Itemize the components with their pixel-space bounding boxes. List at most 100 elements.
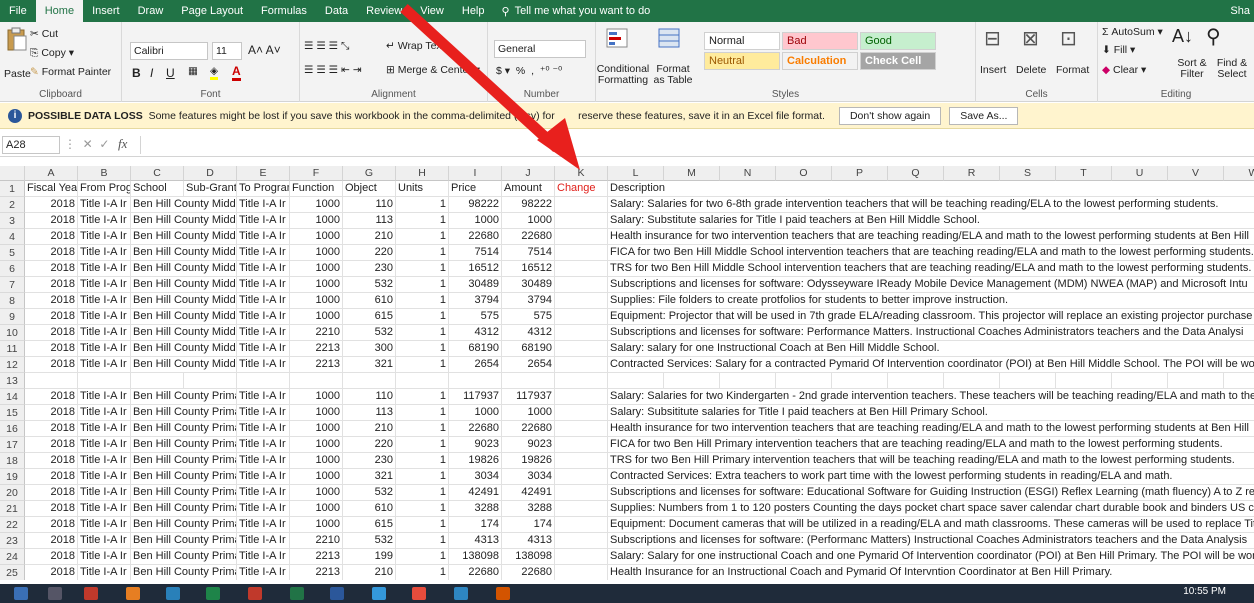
cell[interactable]: 230 — [343, 453, 396, 469]
cell[interactable]: Title I-A Ir — [78, 341, 131, 357]
cell[interactable]: Ben Hill County Prima — [131, 469, 237, 485]
row-header[interactable]: 18 — [0, 453, 25, 469]
header-cell[interactable]: Price — [449, 181, 502, 197]
cell[interactable]: Title I-A Ir — [237, 229, 290, 245]
cell[interactable] — [776, 373, 832, 389]
cell[interactable]: 532 — [343, 485, 396, 501]
cell[interactable]: 1 — [396, 517, 449, 533]
description-cell[interactable]: Health Insurance for an Instructional Co… — [608, 565, 1254, 580]
cell[interactable] — [555, 325, 608, 341]
cell[interactable] — [1112, 373, 1168, 389]
cell[interactable]: Title I-A Ir — [237, 293, 290, 309]
cell[interactable]: 117937 — [449, 389, 502, 405]
description-cell[interactable]: Subscriptions and licenses for software:… — [608, 533, 1254, 549]
borders-icon[interactable]: ▦ — [188, 65, 198, 77]
description-cell[interactable]: TRS for two Ben Hill Primary interventio… — [608, 453, 1254, 469]
cell[interactable]: Title I-A Ir — [78, 533, 131, 549]
format-painter-button[interactable]: ✎ Format Painter — [30, 66, 111, 78]
find-icon[interactable]: ⚲ — [1206, 24, 1221, 49]
cell[interactable]: Title I-A Ir — [237, 421, 290, 437]
paste-label[interactable]: Paste — [4, 68, 31, 80]
cell[interactable] — [555, 421, 608, 437]
cell[interactable]: Ben Hill County Middl — [131, 341, 237, 357]
cell[interactable]: Title I-A Ir — [237, 485, 290, 501]
app-icon[interactable] — [248, 587, 262, 600]
tab-insert[interactable]: Insert — [83, 0, 129, 22]
cell[interactable]: 113 — [343, 405, 396, 421]
column-header-E[interactable]: E — [237, 166, 290, 181]
app-icon[interactable] — [84, 587, 98, 600]
description-cell[interactable]: Supplies: File folders to create protfol… — [608, 293, 1254, 309]
cell[interactable] — [555, 261, 608, 277]
cell[interactable]: 2018 — [25, 309, 78, 325]
cell[interactable]: 1000 — [290, 197, 343, 213]
cell[interactable]: 1000 — [290, 485, 343, 501]
cell[interactable]: 1 — [396, 277, 449, 293]
row-header[interactable]: 23 — [0, 533, 25, 549]
row-header[interactable]: 1 — [0, 181, 25, 197]
cell[interactable]: 2018 — [25, 325, 78, 341]
cell[interactable] — [502, 373, 555, 389]
font-color-icon[interactable]: A — [232, 64, 241, 81]
cell[interactable]: 22680 — [449, 421, 502, 437]
cell[interactable]: 2213 — [290, 357, 343, 373]
cell[interactable]: 2018 — [25, 229, 78, 245]
cell[interactable]: Ben Hill County Middl — [131, 293, 237, 309]
cell[interactable]: Title I-A Ir — [78, 229, 131, 245]
tab-file[interactable]: File — [0, 0, 36, 22]
cell[interactable] — [555, 389, 608, 405]
format-as-table-button[interactable]: Format as Table — [650, 64, 696, 86]
cell[interactable]: Title I-A Ir — [78, 453, 131, 469]
chrome-icon[interactable] — [206, 587, 220, 600]
cell[interactable]: 210 — [343, 421, 396, 437]
cell[interactable] — [1000, 373, 1056, 389]
header-cell[interactable]: School — [131, 181, 184, 197]
column-header-R[interactable]: R — [944, 166, 1000, 181]
cell[interactable]: 1000 — [449, 213, 502, 229]
cell[interactable]: Title I-A Ir — [237, 501, 290, 517]
column-header-K[interactable]: K — [555, 166, 608, 181]
app-icon[interactable] — [166, 587, 180, 600]
insert-button[interactable]: Insert — [980, 64, 1006, 76]
tab-view[interactable]: View — [411, 0, 453, 22]
format-as-table-icon[interactable] — [658, 28, 680, 48]
column-header-U[interactable]: U — [1112, 166, 1168, 181]
cell[interactable]: 3794 — [449, 293, 502, 309]
column-header-L[interactable]: L — [608, 166, 664, 181]
cell[interactable] — [555, 517, 608, 533]
cell[interactable]: 9023 — [449, 437, 502, 453]
column-header-J[interactable]: J — [502, 166, 555, 181]
cell[interactable]: Title I-A Ir — [237, 325, 290, 341]
cell[interactable]: Title I-A Ir — [237, 341, 290, 357]
cell[interactable]: 1 — [396, 565, 449, 580]
description-cell[interactable]: Equipment: Projector that will be used i… — [608, 309, 1254, 325]
cell[interactable]: 1 — [396, 389, 449, 405]
cell[interactable]: 1 — [396, 485, 449, 501]
cell[interactable] — [555, 197, 608, 213]
cell[interactable]: 2018 — [25, 293, 78, 309]
cell[interactable]: Title I-A Ir — [78, 261, 131, 277]
find-select-button[interactable]: Find & Select — [1210, 58, 1254, 80]
cell[interactable] — [555, 453, 608, 469]
share-button[interactable]: Sha — [1230, 0, 1250, 22]
cell[interactable]: Title I-A Ir — [237, 453, 290, 469]
cell[interactable]: Ben Hill County Middl — [131, 213, 237, 229]
cell[interactable] — [555, 565, 608, 580]
column-header-C[interactable]: C — [131, 166, 184, 181]
cell[interactable]: Title I-A Ir — [237, 309, 290, 325]
header-cell[interactable]: To Program — [237, 181, 290, 197]
cell[interactable]: 2018 — [25, 261, 78, 277]
cell[interactable]: Title I-A Ir — [237, 389, 290, 405]
cell[interactable]: Title I-A Ir — [237, 437, 290, 453]
tab-review[interactable]: Review — [357, 0, 411, 22]
cell[interactable]: 4313 — [502, 533, 555, 549]
cell[interactable]: 30489 — [502, 277, 555, 293]
cell[interactable]: Ben Hill County Middl — [131, 197, 237, 213]
cell[interactable]: 7514 — [449, 245, 502, 261]
cell[interactable]: 2018 — [25, 389, 78, 405]
cell[interactable] — [555, 405, 608, 421]
cell[interactable] — [396, 373, 449, 389]
header-cell[interactable]: Function — [290, 181, 343, 197]
cell[interactable]: 1 — [396, 357, 449, 373]
cell[interactable]: 110 — [343, 197, 396, 213]
